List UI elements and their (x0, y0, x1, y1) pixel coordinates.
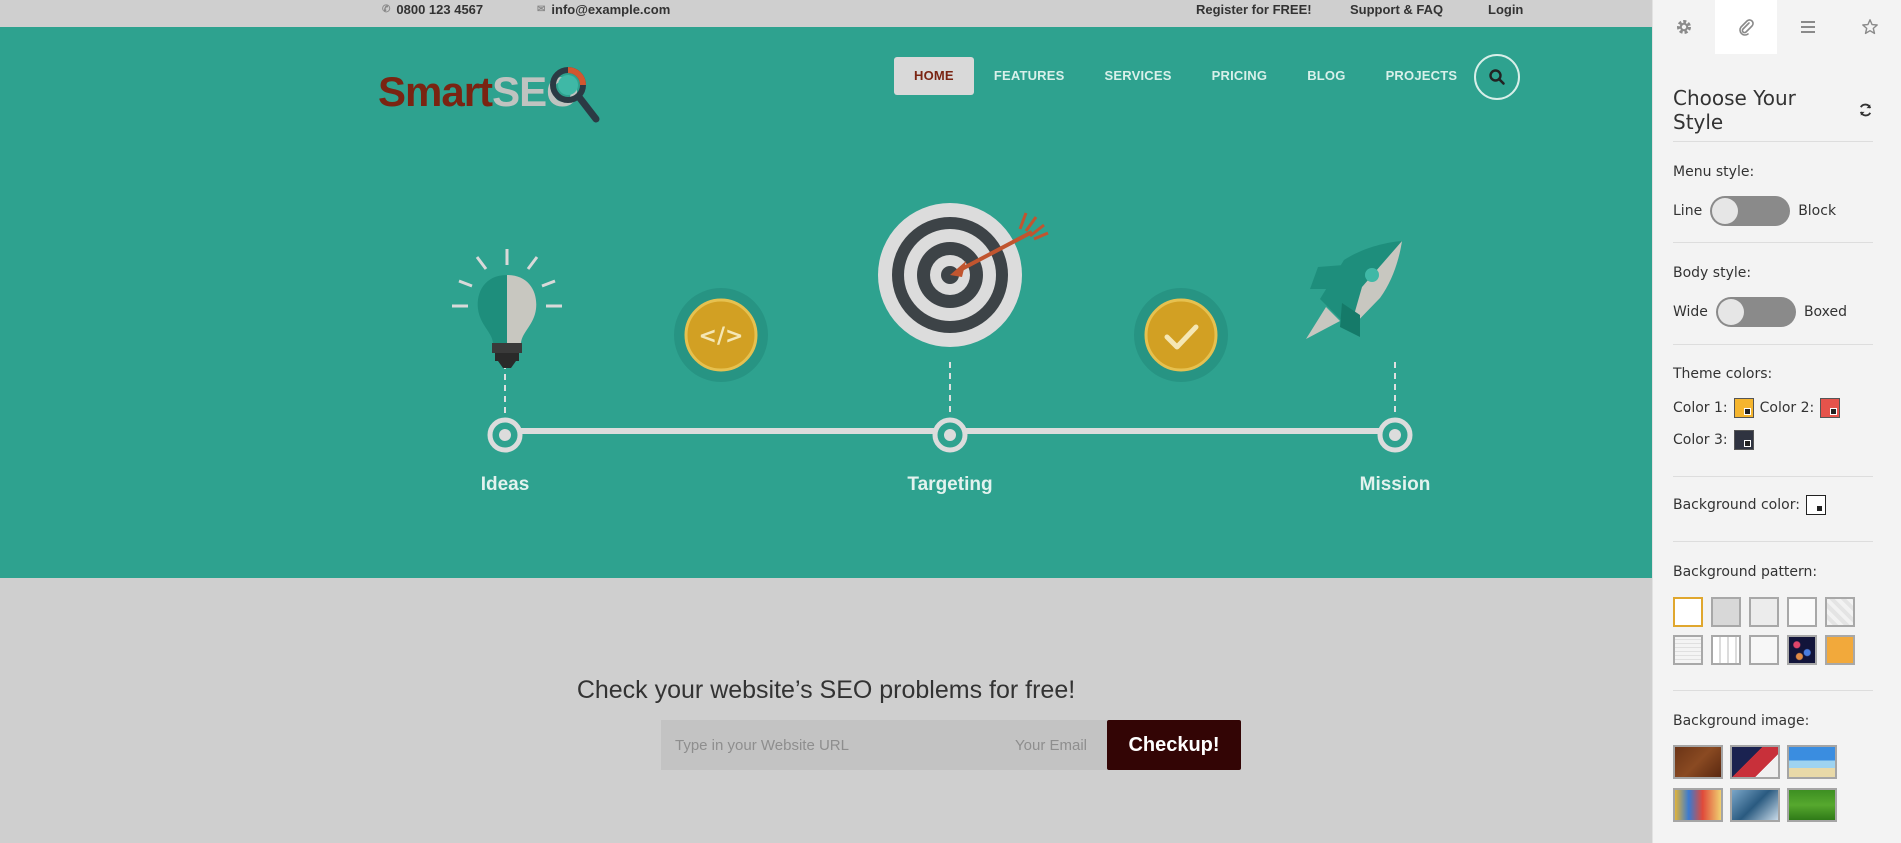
color-3-swatch[interactable] (1733, 430, 1754, 450)
bg-image-wood[interactable] (1673, 745, 1723, 779)
toggle-knob (1712, 198, 1739, 224)
pattern-swatch[interactable] (1749, 635, 1779, 665)
pattern-swatch[interactable] (1787, 635, 1817, 665)
phone-contact: ✆ 0800 123 4567 (382, 0, 483, 19)
checkup-button[interactable]: Checkup! (1107, 720, 1241, 770)
gear-icon (1677, 20, 1691, 34)
toggle-knob (1717, 299, 1744, 325)
body-style-boxed-label: Boxed (1803, 304, 1848, 320)
email-address: info@example.com (551, 2, 671, 17)
background-image-label: Background image: (1673, 713, 1810, 729)
tab-settings[interactable] (1653, 0, 1715, 54)
pattern-swatch[interactable] (1673, 597, 1703, 627)
pattern-grid (1673, 597, 1855, 665)
star-icon (1862, 19, 1878, 35)
background-color-row: Background color: (1673, 495, 1826, 515)
menu-style-toggle-row: Line Block (1673, 196, 1836, 226)
tab-menu[interactable] (1777, 0, 1839, 54)
hero-section: Smart SEO HOME FEATURES SERVICES PRICING… (0, 27, 1652, 578)
top-bar: ✆ 0800 123 4567 ✉ info@example.com Regis… (0, 0, 1652, 27)
pattern-swatch[interactable] (1711, 597, 1741, 627)
menu-style-label: Menu style: (1673, 164, 1755, 180)
color-2-label: Color 2: (1759, 400, 1815, 416)
rocket-icon (1306, 241, 1402, 339)
background-pattern-label: Background pattern: (1673, 564, 1818, 580)
panel-title: Choose Your Style (1673, 86, 1796, 134)
bg-image-glass[interactable] (1730, 788, 1780, 822)
divider (1673, 690, 1873, 691)
timeline-node-targeting (932, 417, 968, 453)
background-image-grid (1673, 745, 1837, 822)
support-faq-link[interactable]: Support & FAQ (1350, 0, 1443, 19)
svg-text:</>: </> (699, 324, 744, 349)
email-input[interactable] (1011, 720, 1107, 770)
bg-image-flag[interactable] (1730, 745, 1780, 779)
divider (1673, 541, 1873, 542)
menu-style-block-label: Block (1798, 203, 1837, 219)
theme-colors-label: Theme colors: (1673, 366, 1773, 382)
paperclip-icon (1739, 19, 1754, 36)
timeline-label-targeting: Targeting (907, 474, 993, 495)
bg-image-grass[interactable] (1787, 788, 1837, 822)
style-switcher-panel: Choose Your Style Menu style: Line Block… (1652, 0, 1901, 843)
theme-colors-row-2: Color 3: (1673, 430, 1754, 450)
pattern-swatch[interactable] (1787, 597, 1817, 627)
body-style-wide-label: Wide (1673, 304, 1708, 320)
phone-icon: ✆ (382, 4, 391, 15)
lightbulb-icon (452, 249, 562, 368)
theme-colors-row-1: Color 1: Color 2: (1673, 398, 1841, 418)
pattern-swatch[interactable] (1825, 635, 1855, 665)
body-style-label: Body style: (1673, 265, 1752, 281)
envelope-icon: ✉ (537, 4, 546, 15)
bg-image-colorful[interactable] (1673, 788, 1723, 822)
refresh-icon[interactable] (1858, 102, 1873, 118)
menu-icon (1801, 21, 1815, 33)
tab-attachments[interactable] (1715, 0, 1777, 54)
login-link[interactable]: Login (1488, 0, 1523, 19)
panel-tabs (1653, 0, 1901, 54)
timeline-node-mission (1377, 417, 1413, 453)
menu-style-toggle[interactable] (1710, 196, 1791, 226)
website-url-input[interactable] (661, 720, 1011, 770)
seo-check-form: Checkup! (661, 720, 1241, 770)
tab-favorites[interactable] (1839, 0, 1901, 54)
background-color-swatch[interactable] (1805, 495, 1826, 515)
divider (1673, 141, 1873, 142)
checkmark-icon (1134, 288, 1228, 382)
pattern-swatch[interactable] (1673, 635, 1703, 665)
body-style-toggle-row: Wide Boxed (1673, 297, 1847, 327)
timeline-label-mission: Mission (1359, 474, 1431, 495)
email-contact: ✉ info@example.com (537, 0, 670, 19)
color-1-swatch[interactable] (1733, 398, 1754, 418)
background-color-label: Background color: (1673, 497, 1800, 513)
divider (1673, 476, 1873, 477)
bg-image-beach[interactable] (1787, 745, 1837, 779)
target-icon (878, 203, 1049, 347)
panel-title-row: Choose Your Style (1673, 86, 1873, 134)
menu-style-line-label: Line (1673, 203, 1703, 219)
color-2-swatch[interactable] (1820, 398, 1841, 418)
pattern-swatch[interactable] (1749, 597, 1779, 627)
body-style-toggle[interactable] (1715, 297, 1796, 327)
pattern-swatch[interactable] (1711, 635, 1741, 665)
color-3-label: Color 3: (1673, 432, 1728, 448)
seo-check-title: Check your website’s SEO problems for fr… (576, 676, 1076, 704)
divider (1673, 344, 1873, 345)
timeline-label-ideas: Ideas (480, 474, 530, 495)
code-icon: </> (674, 288, 768, 382)
timeline-node-ideas (487, 417, 523, 453)
divider (1673, 242, 1873, 243)
register-link[interactable]: Register for FREE! (1196, 0, 1312, 19)
color-1-label: Color 1: (1673, 400, 1728, 416)
phone-number: 0800 123 4567 (396, 2, 484, 17)
pattern-swatch[interactable] (1825, 597, 1855, 627)
